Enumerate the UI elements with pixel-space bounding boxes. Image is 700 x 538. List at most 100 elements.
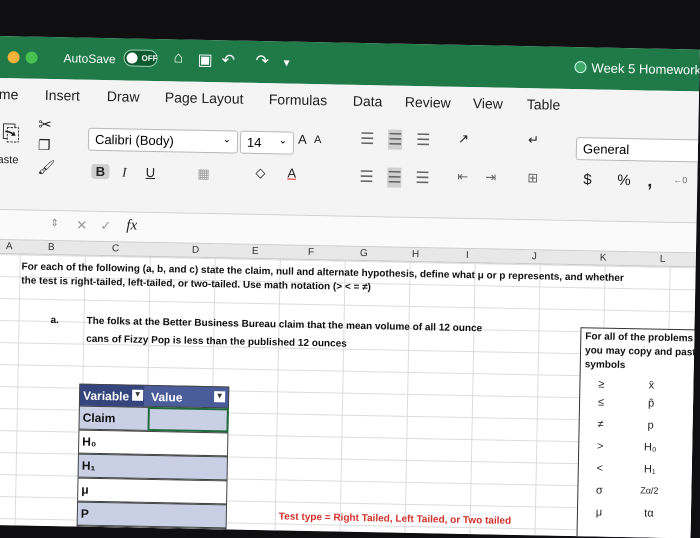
filter-dropdown-icon[interactable]: ▼ [132,389,144,401]
tab-page-layout[interactable]: Page Layout [165,89,244,107]
column-header[interactable]: L [660,254,666,265]
table-cell-variable[interactable]: Test Type [77,527,141,538]
symbol-cell[interactable]: x̄ [636,379,666,392]
column-header[interactable]: H [412,249,419,260]
symbols-reference-box: For all of the problems i you may copy a… [576,327,700,538]
confirm-entry-icon[interactable]: ✓ [100,218,111,234]
symbol-cell[interactable]: H₀ [635,441,665,454]
grow-font-button[interactable]: A [298,132,307,147]
column-header[interactable]: J [532,251,537,262]
tab-data[interactable]: Data [353,93,383,110]
merge-center-icon[interactable]: ⊞ [527,170,538,186]
symbol-cell[interactable]: ≠ [586,418,616,431]
shrink-font-button[interactable]: A [314,134,322,146]
font-size-value: 14 [246,134,262,151]
symbol-cell[interactable]: p̂ [636,397,666,410]
decrease-indent-icon[interactable]: ⇤ [457,169,468,185]
font-name-value: Calibri (Body) [94,131,174,149]
column-header[interactable]: K [600,253,607,264]
currency-button[interactable]: $ [583,171,592,188]
align-left-icon[interactable]: ☰ [359,167,374,187]
fill-color-icon[interactable]: ◇ [255,165,265,181]
fx-icon[interactable]: fx [126,217,137,234]
number-format-select[interactable]: General [575,137,700,163]
symbol-cell[interactable]: tα [634,507,664,520]
problem-line-1: The folks at the Better Business Bureau … [86,315,483,335]
align-middle-icon[interactable]: ☰ [387,129,403,150]
tab-formulas[interactable]: Formulas [269,91,328,108]
format-painter-icon[interactable]: 🖌 [37,159,55,176]
column-header[interactable]: I [466,250,469,261]
table-cell-variable[interactable]: P [78,503,142,526]
document-title: Week 5 Homework [591,60,700,78]
excel-doc-icon [574,61,587,74]
column-header[interactable]: A [6,241,13,252]
copy-icon[interactable]: ❐ [38,137,51,154]
tab-review[interactable]: Review [405,94,451,111]
tab-table[interactable]: Table [527,96,561,113]
align-top-icon[interactable]: ☰ [360,129,375,149]
symbol-cell[interactable]: Zα/2 [634,485,664,496]
save-icon[interactable]: ▣ [197,50,213,70]
symbols-header-line-1: For all of the problems i [585,331,699,345]
column-header[interactable]: E [252,246,259,257]
filter-dropdown-icon[interactable]: ▼ [214,391,226,403]
ribbon-home: ⎘ aste ✂ ❐ 🖌 Calibri (Body) ⌄ 14 ⌄ A A B… [0,107,700,224]
symbol-cell[interactable]: p [636,419,666,432]
worksheet-grid[interactable]: For each of the following (a, b, and c) … [0,253,700,538]
column-header[interactable]: B [48,242,55,253]
selected-cell[interactable] [147,406,229,433]
symbol-cell[interactable]: σ [584,484,614,497]
table-row: Claim [78,405,229,433]
customize-toolbar-icon[interactable]: ▾ [283,55,289,69]
symbol-cell[interactable]: H₁ [635,463,665,476]
table-cell-variable[interactable]: H₁ [79,455,143,478]
minimize-window-button[interactable] [7,51,20,64]
tab-home[interactable]: me [0,86,18,102]
symbol-cell[interactable]: μ [584,506,614,519]
percent-button[interactable]: % [617,172,631,189]
column-header[interactable]: D [192,245,199,256]
chevron-down-icon: ⌄ [222,134,232,146]
align-center-icon[interactable]: ☰ [387,167,402,188]
symbol-cell[interactable]: < [585,462,615,475]
column-header[interactable]: C [112,243,119,254]
orientation-icon[interactable]: ↗ [458,131,469,147]
font-name-select[interactable]: Calibri (Body) ⌄ [87,127,239,154]
font-color-icon[interactable]: A [287,166,296,181]
font-size-select[interactable]: 14 ⌄ [239,130,295,155]
table-cell-variable[interactable]: Claim [79,407,143,430]
undo-icon[interactable]: ↶ [221,50,235,70]
tab-insert[interactable]: Insert [45,87,80,104]
column-header[interactable]: G [360,248,368,259]
tab-draw[interactable]: Draw [107,88,140,105]
table-cell-variable[interactable]: H₀ [79,431,143,454]
autosave-toggle[interactable]: OFF [123,49,158,68]
column-header[interactable]: F [308,247,314,258]
paste-icon[interactable]: ⎘ [2,120,20,146]
redo-icon[interactable]: ↷ [255,51,269,71]
table-cell-variable[interactable]: μ [78,479,142,502]
home-icon[interactable]: ⌂ [173,49,183,67]
increase-indent-icon[interactable]: ⇥ [485,169,496,185]
comma-style-button[interactable]: , [647,170,652,191]
name-box-stepper-icon[interactable]: ⇕ [50,218,59,229]
table-row: μ [77,477,228,505]
symbol-cell[interactable]: ≤ [586,396,616,409]
align-right-icon[interactable]: ☰ [415,168,430,188]
table-row: P [76,501,228,529]
borders-icon[interactable]: ▦ [197,166,210,182]
align-bottom-icon[interactable]: ☰ [416,130,431,150]
wrap-text-icon[interactable]: ↵ [528,132,539,148]
bold-button[interactable]: B [91,163,110,180]
increase-decimal-icon[interactable]: ←0 [673,175,687,185]
zoom-window-button[interactable] [25,51,38,64]
cut-icon[interactable]: ✂ [38,115,52,135]
underline-button[interactable]: U [143,165,157,180]
paste-label[interactable]: aste [0,154,19,166]
cancel-entry-icon[interactable]: ✕ [76,218,87,234]
italic-button[interactable]: I [117,164,131,180]
tab-view[interactable]: View [473,95,503,112]
symbol-cell[interactable]: ≥ [586,378,616,391]
symbol-cell[interactable]: > [585,440,615,453]
